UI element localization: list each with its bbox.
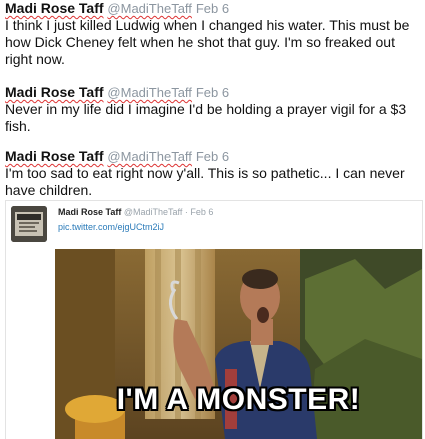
tweet-text: Never in my life did I imagine I'd be ho… xyxy=(5,101,407,134)
tweet-header: Madi Rose Taff @MadiTheTaff Feb 6 xyxy=(5,84,421,101)
tweet-3: Madi Rose Taff @MadiTheTaff Feb 6 I'm to… xyxy=(5,148,421,199)
embed-author-handle[interactable]: @MadiTheTaff xyxy=(124,207,183,217)
embed-separator: · xyxy=(184,207,188,217)
tweet-2: Madi Rose Taff @MadiTheTaff Feb 6 Never … xyxy=(5,84,421,135)
author-name[interactable]: Madi Rose Taff xyxy=(5,84,104,100)
tweet-date[interactable]: Feb 6 xyxy=(196,149,229,164)
author-name[interactable]: Madi Rose Taff xyxy=(5,0,104,16)
embedded-photo[interactable]: I'M A MONSTER! xyxy=(55,249,422,439)
tweet-date[interactable]: Feb 6 xyxy=(196,85,229,100)
tweet-text: I think I just killed Ludwig when I chan… xyxy=(5,17,410,67)
tweet-date[interactable]: Feb 6 xyxy=(196,1,229,16)
embed-date[interactable]: Feb 6 xyxy=(190,207,213,217)
embed-author-name[interactable]: Madi Rose Taff xyxy=(58,207,121,217)
author-handle[interactable]: @MadiTheTaff xyxy=(107,149,192,164)
tweet-header: Madi Rose Taff @MadiTheTaff Feb 6 xyxy=(5,0,421,17)
author-handle[interactable]: @MadiTheTaff xyxy=(107,1,192,16)
avatar[interactable] xyxy=(11,206,47,242)
author-name[interactable]: Madi Rose Taff xyxy=(5,148,104,164)
embed-header: Madi Rose Taff @MadiTheTaff · Feb 6 xyxy=(58,207,213,217)
tweet-text: I'm too sad to eat right now y'all. This… xyxy=(5,165,405,198)
photo-caption: I'M A MONSTER! xyxy=(116,383,361,416)
tweet-header: Madi Rose Taff @MadiTheTaff Feb 6 xyxy=(5,148,421,165)
embedded-tweet-card[interactable]: Madi Rose Taff @MadiTheTaff · Feb 6 pic.… xyxy=(5,200,423,439)
author-handle[interactable]: @MadiTheTaff xyxy=(107,85,192,100)
embed-photo-link[interactable]: pic.twitter.com/ejgUCtm2iJ xyxy=(58,222,164,232)
tweet-1: Madi Rose Taff @MadiTheTaff Feb 6 I thin… xyxy=(5,0,421,68)
